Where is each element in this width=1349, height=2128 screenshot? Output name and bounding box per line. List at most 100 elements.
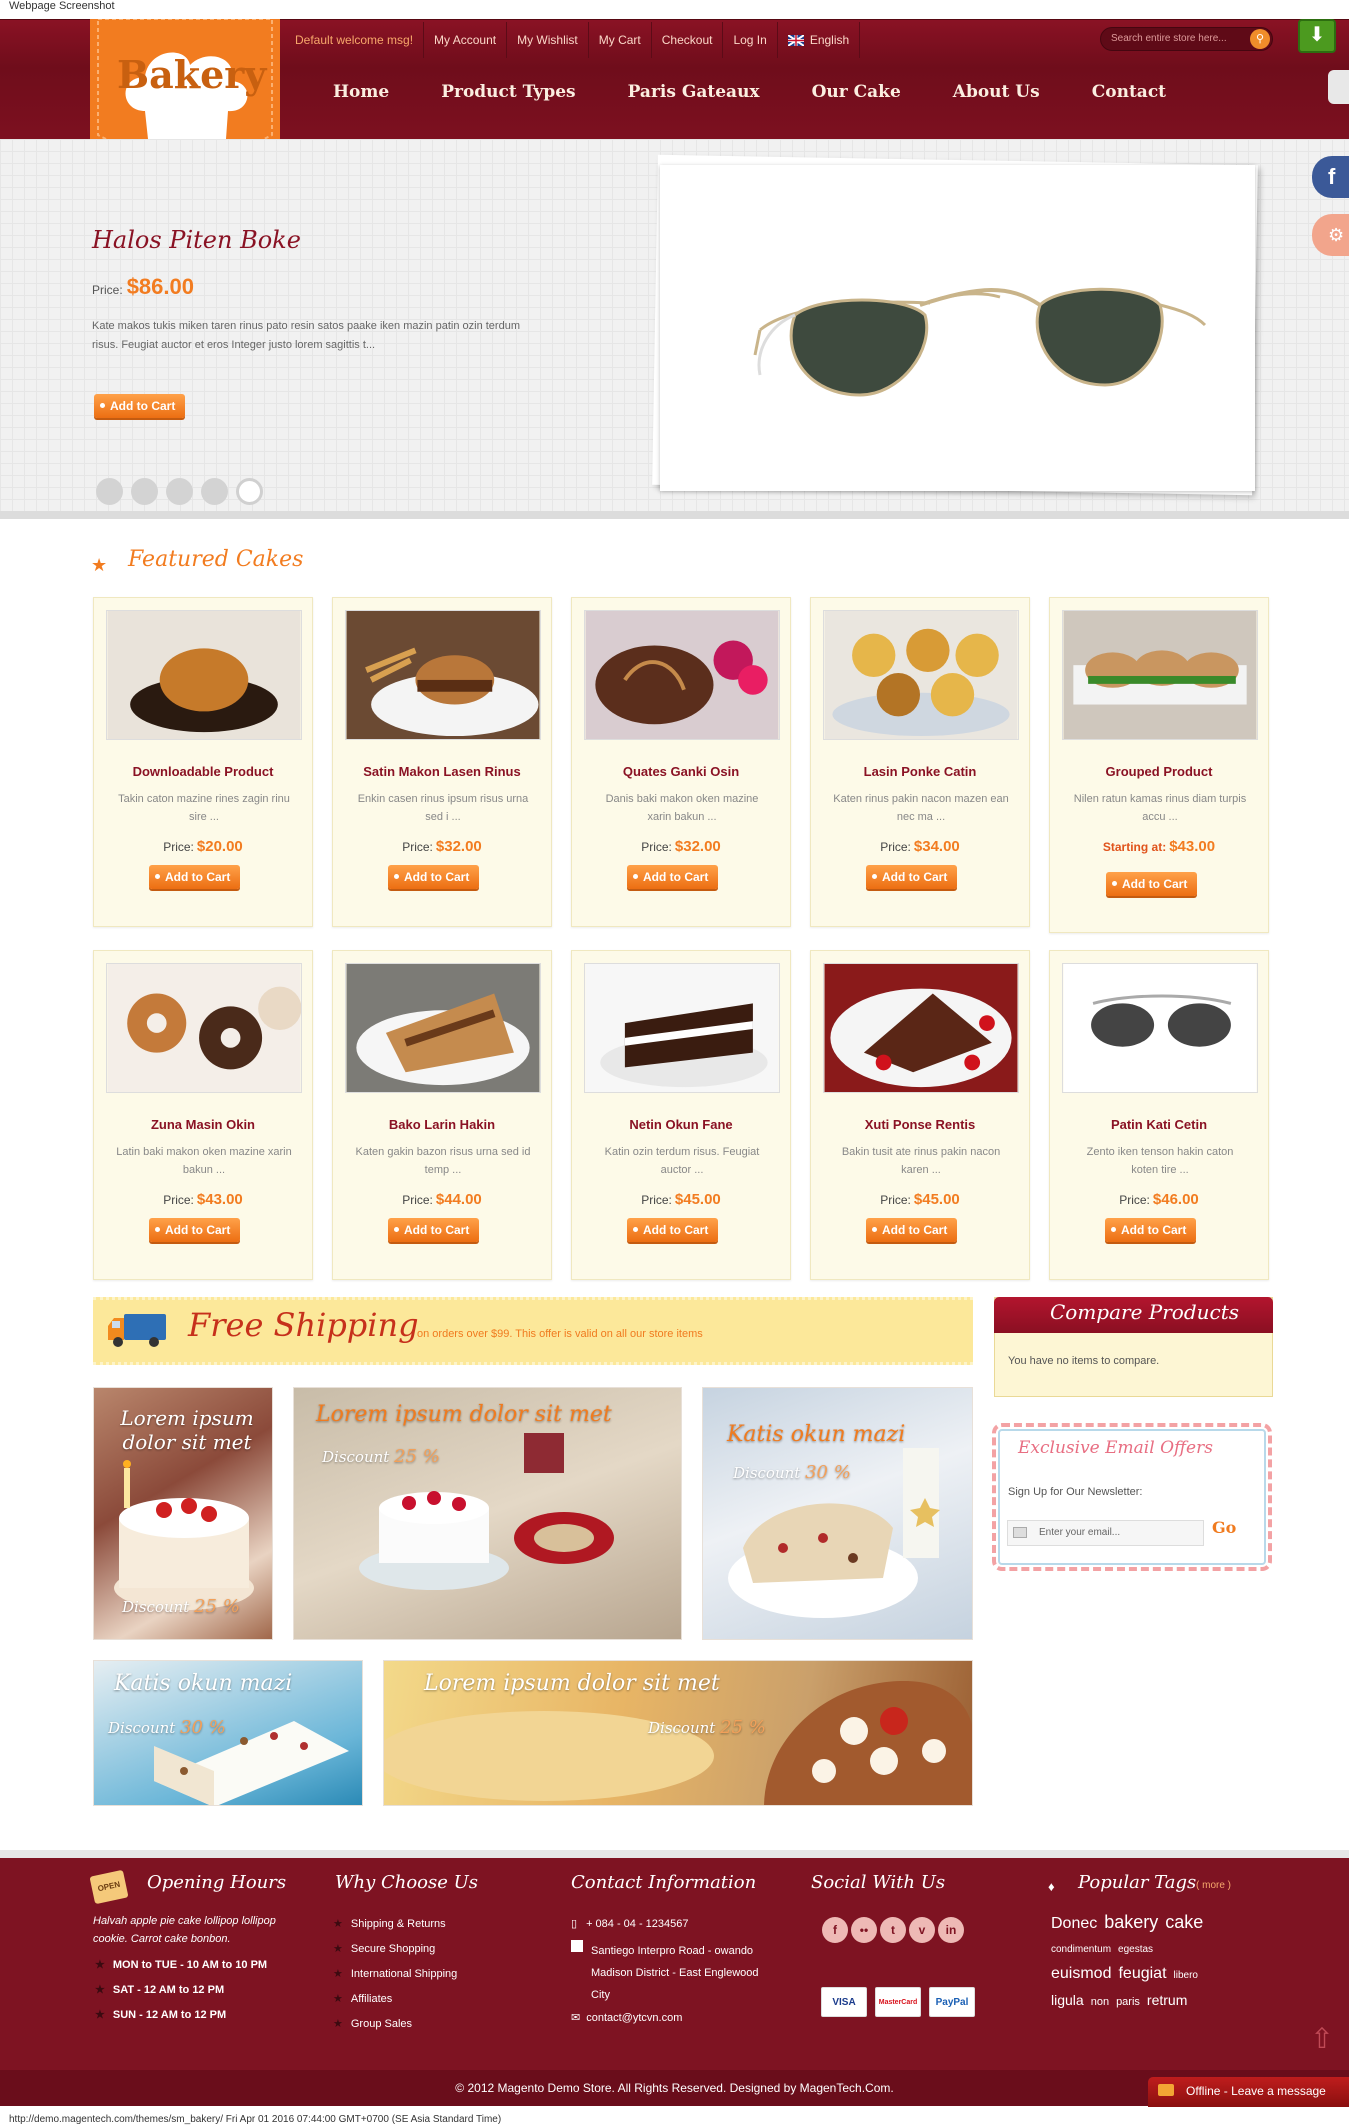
product-name[interactable]: Satin Makon Lasen Rinus [333, 764, 551, 779]
tags-more-link[interactable]: ( more ) [1196, 1880, 1231, 1891]
product-name[interactable]: Netin Okun Fane [572, 1117, 790, 1132]
promo-banner[interactable]: Lorem ipsum dolor sit met Discount 25 % [93, 1387, 273, 1640]
product-image[interactable] [1062, 610, 1258, 740]
tag-link[interactable]: Donec [1051, 1915, 1097, 1932]
promo-banner[interactable]: Katis okun mazi Discount 30 % [702, 1387, 973, 1640]
product-card[interactable]: Lasin Ponke Catin Katen rinus pakin nacon… [810, 597, 1030, 927]
product-image[interactable] [345, 963, 541, 1093]
tag-link[interactable]: feugiat [1118, 1965, 1166, 1982]
product-card[interactable]: Grouped Product Nilen ratun kamas rinus d… [1049, 597, 1269, 933]
my-account-link[interactable]: My Account [424, 22, 508, 58]
product-image[interactable] [1062, 963, 1258, 1093]
newsletter-email-input[interactable]: Enter your email... [1007, 1520, 1204, 1546]
promo-banner[interactable]: Lorem ipsum dolor sit met Discount 25 % [383, 1660, 973, 1806]
add-to-cart-button[interactable]: Add to Cart [627, 865, 719, 889]
add-to-cart-button[interactable]: Add to Cart [1106, 872, 1198, 896]
compare-text: You have no items to compare. [1008, 1355, 1160, 1367]
tag-link[interactable]: bakery [1104, 1912, 1158, 1932]
slider-dot-active[interactable] [236, 478, 263, 505]
product-name[interactable]: Patin Kati Cetin [1050, 1117, 1268, 1132]
product-image[interactable] [106, 963, 302, 1093]
nav-contact[interactable]: Contact [1066, 82, 1192, 102]
newsletter-go-button[interactable]: Go [1212, 1518, 1236, 1537]
back-to-top-icon[interactable]: ⇧ [1305, 2022, 1339, 2056]
slider-dot[interactable] [96, 478, 123, 505]
product-name[interactable]: Lasin Ponke Catin [811, 764, 1029, 779]
add-to-cart-button[interactable]: Add to Cart [388, 865, 480, 889]
product-name[interactable]: Downloadable Product [94, 764, 312, 779]
nav-paris-gateaux[interactable]: Paris Gateaux [602, 82, 786, 102]
chat-offline-button[interactable]: Offline - Leave a message [1148, 2077, 1349, 2107]
tag-link[interactable]: retrum [1147, 1992, 1187, 2008]
vimeo-icon[interactable]: v [909, 1917, 935, 1943]
tag-link[interactable]: condimentum [1051, 1944, 1111, 1955]
add-to-cart-button[interactable]: Add to Cart [149, 865, 241, 889]
product-name[interactable]: Zuna Masin Okin [94, 1117, 312, 1132]
banner-title: Lorem ipsum dolor sit met [424, 1671, 720, 1696]
side-tool-tab[interactable] [1328, 70, 1349, 104]
product-image[interactable] [584, 963, 780, 1093]
add-to-cart-button[interactable]: Add to Cart [866, 865, 958, 889]
product-card[interactable]: Zuna Masin Okin Latin baki makon oken maz… [93, 950, 313, 1280]
facebook-icon[interactable]: f [822, 1917, 848, 1943]
footer-link-label[interactable]: International Shipping [351, 1968, 457, 1980]
tag-link[interactable]: cake [1165, 1912, 1203, 1932]
my-wishlist-link[interactable]: My Wishlist [507, 22, 589, 58]
download-arrow-icon[interactable]: ⬇ [1298, 19, 1336, 53]
twitter-icon[interactable]: t [880, 1917, 906, 1943]
nav-about-us[interactable]: About Us [927, 82, 1066, 102]
product-image[interactable] [106, 610, 302, 740]
product-card[interactable]: Bako Larin Hakin Katen gakin bazon risus … [332, 950, 552, 1280]
tag-link[interactable]: ligula [1051, 1992, 1084, 2008]
facebook-icon[interactable]: f [1312, 156, 1349, 198]
add-to-cart-button[interactable]: Add to Cart [388, 1218, 480, 1242]
add-to-cart-button[interactable]: Add to Cart [627, 1218, 719, 1242]
product-card[interactable]: Satin Makon Lasen Rinus Enkin casen rinus… [332, 597, 552, 927]
product-card[interactable]: Xuti Ponse Rentis Bakin tusit ate rinus p… [810, 950, 1030, 1280]
nav-our-cake[interactable]: Our Cake [786, 82, 927, 102]
add-to-cart-button[interactable]: Add to Cart [866, 1218, 958, 1242]
contact-email-text[interactable]: contact@ytcvn.com [586, 2012, 682, 2024]
promo-banner[interactable]: Lorem ipsum dolor sit met Discount 25 % [293, 1387, 682, 1640]
slider-dot[interactable] [166, 478, 193, 505]
search-icon[interactable]: ⚲ [1250, 29, 1270, 49]
add-to-cart-button[interactable]: Add to Cart [149, 1218, 241, 1242]
product-image[interactable] [823, 963, 1019, 1093]
promo-banner[interactable]: Katis okun mazi Discount 30 % [93, 1660, 363, 1806]
tag-link[interactable]: libero [1174, 1970, 1198, 1981]
my-cart-link[interactable]: My Cart [589, 22, 652, 58]
tag-link[interactable]: paris [1116, 1996, 1140, 2008]
tag-link[interactable]: euismod [1051, 1965, 1111, 1982]
tag-link[interactable]: egestas [1118, 1944, 1153, 1955]
footer-link-label[interactable]: Group Sales [351, 2018, 412, 2030]
nav-home[interactable]: Home [307, 82, 415, 102]
product-image[interactable] [823, 610, 1019, 740]
checkout-link[interactable]: Checkout [652, 22, 724, 58]
slide-add-to-cart-button[interactable]: Add to Cart [94, 394, 186, 418]
product-card[interactable]: Patin Kati Cetin Zento iken tenson hakin … [1049, 950, 1269, 1280]
linkedin-icon[interactable]: in [938, 1917, 964, 1943]
slider-dot[interactable] [201, 478, 228, 505]
product-name[interactable]: Bako Larin Hakin [333, 1117, 551, 1132]
product-image[interactable] [584, 610, 780, 740]
footer-link-label[interactable]: Shipping & Returns [351, 1918, 446, 1930]
product-name[interactable]: Xuti Ponse Rentis [811, 1117, 1029, 1132]
slider-dot[interactable] [131, 478, 158, 505]
product-card[interactable]: Quates Ganki Osin Danis baki makon oken m… [571, 597, 791, 927]
product-image[interactable] [345, 610, 541, 740]
footer-link-label[interactable]: Affiliates [351, 1993, 392, 2005]
add-to-cart-button[interactable]: Add to Cart [1105, 1218, 1197, 1242]
product-card[interactable]: Downloadable Product Takin caton mazine r… [93, 597, 313, 927]
flickr-icon[interactable]: •• [851, 1917, 877, 1943]
product-name[interactable]: Quates Ganki Osin [572, 764, 790, 779]
footer-link-label[interactable]: Secure Shopping [351, 1943, 435, 1955]
product-name[interactable]: Grouped Product [1050, 764, 1268, 779]
search-input[interactable]: Search entire store here... [1100, 27, 1273, 51]
gear-icon[interactable]: ⚙ [1312, 214, 1349, 256]
tag-link[interactable]: non [1091, 1996, 1109, 2008]
product-price-label: Price: [402, 840, 433, 854]
log-in-link[interactable]: Log In [723, 22, 778, 58]
nav-product-types[interactable]: Product Types [415, 82, 601, 102]
language-select[interactable]: English [778, 22, 861, 58]
product-card[interactable]: Netin Okun Fane Katin ozin terdum risus. … [571, 950, 791, 1280]
